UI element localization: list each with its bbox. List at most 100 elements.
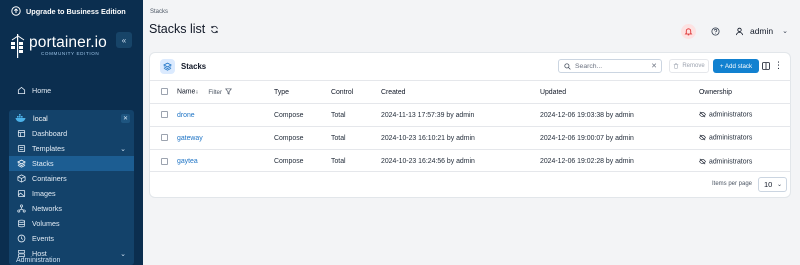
search-icon [564, 62, 571, 70]
brand-text: portainer.io COMMUNITY EDITION [29, 34, 107, 56]
page-title-text: Stacks list [149, 22, 206, 36]
select-all-checkbox[interactable] [161, 88, 168, 96]
dashboard-icon [17, 129, 26, 138]
row-checkbox[interactable] [161, 134, 168, 142]
stack-updated-cell: 2024-12-06 19:00:07 by admin [540, 126, 699, 150]
help-icon [711, 26, 720, 36]
stacks-table: Name↓ Filter Type Control Created Update… [150, 80, 791, 173]
eye-off-icon [699, 111, 706, 118]
user-icon [735, 27, 744, 35]
row-select-cell [150, 126, 177, 150]
sidebar-item-networks[interactable]: Networks [9, 201, 134, 216]
refresh-icon[interactable] [210, 25, 219, 34]
row-checkbox[interactable] [161, 111, 168, 119]
images-icon [17, 189, 26, 198]
name-column-header[interactable]: Name↓ Filter [177, 80, 274, 104]
events-icon [17, 234, 26, 243]
chevron-down-icon: ⌄ [782, 28, 788, 35]
items-per-page-label: Items per page [712, 181, 753, 187]
name-header-label: Name [177, 88, 196, 96]
items-per-page-select[interactable]: 10 ⌄ [758, 177, 787, 192]
user-menu[interactable]: admin ⌄ [735, 26, 788, 36]
close-environment-button[interactable]: ✕ [121, 114, 130, 123]
sidebar-item-label: Templates [32, 144, 65, 153]
card-header: Stacks ✕ Remove + Add stack ⋮ [150, 53, 790, 80]
created-column-header[interactable]: Created [381, 80, 540, 104]
stack-name-link[interactable]: drone [177, 112, 195, 119]
upgrade-banner[interactable]: Upgrade to Business Edition [0, 0, 143, 22]
stack-created-cell: 2024-10-23 16:24:56 by admin [381, 149, 540, 173]
portainer-logo-icon [11, 34, 25, 58]
select-all-cell [150, 80, 177, 104]
username: admin [749, 26, 774, 36]
row-checkbox[interactable] [161, 157, 168, 165]
control-column-header[interactable]: Control [331, 80, 381, 104]
chevrons-left-icon: « [121, 35, 127, 45]
trash-icon [674, 63, 679, 69]
sidebar-item-label: Containers [32, 174, 67, 183]
row-select-cell [150, 103, 177, 127]
brand-name: portainer.io [29, 34, 107, 51]
sidebar-item-containers[interactable]: Containers [9, 171, 134, 186]
sidebar-item-images[interactable]: Images [9, 186, 134, 201]
page-title: Stacks list [149, 22, 219, 36]
filter-label[interactable]: Filter [208, 89, 222, 96]
collapse-sidebar-button[interactable]: « [116, 32, 132, 48]
stacks-icon [163, 62, 172, 71]
sidebar-item-label: Images [32, 189, 56, 198]
more-options-icon[interactable]: ⋮ [774, 60, 783, 71]
stack-name-link[interactable]: gaytea [177, 158, 198, 165]
clear-search-icon[interactable]: ✕ [651, 62, 657, 70]
breadcrumb: Stacks [150, 9, 169, 15]
remove-button-label: Remove [682, 63, 705, 69]
sidebar-item-label: Networks [32, 204, 62, 213]
help-button[interactable] [708, 24, 723, 39]
volumes-icon [17, 219, 26, 228]
card-title: Stacks [181, 62, 207, 71]
sidebar-item-templates[interactable]: Templates ⌄ [9, 141, 134, 156]
updated-column-header[interactable]: Updated [540, 80, 699, 104]
home-icon [17, 86, 26, 95]
stack-control-cell: Total [331, 126, 381, 150]
filter-icon[interactable] [225, 88, 232, 95]
add-stack-button-label: + Add stack [719, 62, 753, 70]
sidebar-item-label: Volumes [32, 219, 60, 228]
eye-off-icon [699, 134, 706, 141]
upgrade-icon [11, 6, 21, 16]
brand: portainer.io COMMUNITY EDITION « [0, 28, 143, 64]
stack-ownership-cell: administrators [699, 126, 791, 150]
columns-icon[interactable] [762, 62, 770, 70]
templates-icon [17, 144, 26, 153]
notifications-button[interactable] [680, 23, 696, 39]
table-row: gateway Compose Total 2024-10-23 16:10:2… [150, 126, 791, 150]
ownership-label: administrators [709, 111, 753, 119]
stack-name-link[interactable]: gateway [177, 135, 203, 142]
close-icon: ✕ [122, 116, 129, 122]
row-select-cell [150, 149, 177, 173]
stack-control-cell: Total [331, 103, 381, 127]
items-per-page-value: 10 [764, 180, 773, 189]
ownership-label: administrators [709, 157, 753, 165]
stack-type-cell: Compose [274, 103, 331, 127]
table-footer: Items per page 10 ⌄ [150, 171, 790, 197]
table-row: gaytea Compose Total 2024-10-23 16:24:56… [150, 149, 791, 173]
stack-name-cell: drone [177, 103, 274, 127]
search-input[interactable] [575, 62, 645, 70]
sidebar-item-label: Dashboard [32, 129, 68, 138]
add-stack-button[interactable]: + Add stack [713, 59, 759, 73]
ownership-column-header[interactable]: Ownership [699, 80, 791, 104]
sidebar-item-volumes[interactable]: Volumes [9, 216, 134, 231]
main-content: Stacks Stacks list admin ⌄ Stacks ✕ [143, 0, 800, 265]
stack-type-cell: Compose [274, 149, 331, 173]
stack-name-cell: gaytea [177, 149, 274, 173]
sidebar-item-home[interactable]: Home [0, 83, 143, 98]
sidebar-item-dashboard[interactable]: Dashboard [9, 126, 134, 141]
brand-edition: COMMUNITY EDITION [41, 51, 100, 56]
type-column-header[interactable]: Type [274, 80, 331, 104]
sidebar-item-label: Events [32, 234, 54, 243]
sidebar-item-stacks[interactable]: Stacks [9, 156, 134, 171]
remove-button[interactable]: Remove [669, 59, 709, 73]
header-actions: admin ⌄ [680, 22, 800, 40]
administration-section-label: Administration [16, 257, 61, 264]
sidebar-item-events[interactable]: Events [9, 231, 134, 246]
